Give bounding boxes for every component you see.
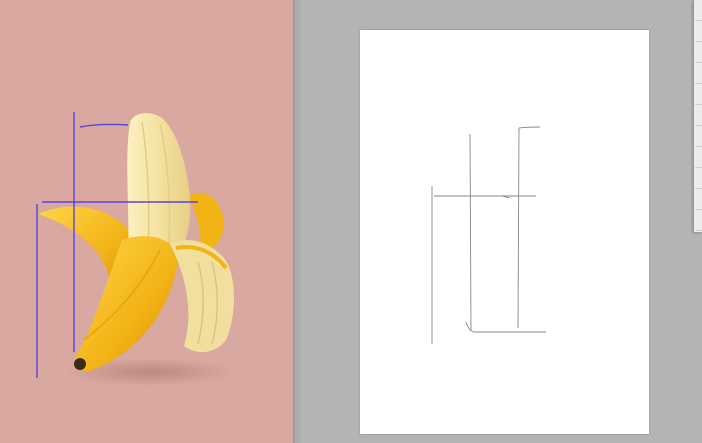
side-panel bbox=[693, 0, 702, 232]
sketch-lines bbox=[431, 126, 546, 344]
panel-item[interactable] bbox=[695, 63, 702, 84]
sketch-top-tick bbox=[518, 126, 541, 129]
panel-item[interactable] bbox=[695, 189, 702, 210]
panel-item[interactable] bbox=[695, 147, 702, 168]
banana-peel-right bbox=[170, 240, 234, 353]
reference-photo bbox=[36, 112, 235, 386]
drawing-canvas[interactable] bbox=[360, 30, 649, 434]
panel-item[interactable] bbox=[695, 105, 702, 126]
guide-top-arc bbox=[79, 123, 129, 128]
document-divider[interactable] bbox=[293, 0, 302, 443]
reference-photo-document bbox=[0, 0, 293, 443]
sketch-vertical-right bbox=[517, 127, 520, 329]
banana-tip bbox=[74, 358, 86, 370]
panel-item[interactable] bbox=[695, 84, 702, 105]
banana-body bbox=[74, 236, 179, 372]
panel-item[interactable] bbox=[695, 0, 702, 21]
panel-item[interactable] bbox=[695, 168, 702, 189]
panel-item[interactable] bbox=[695, 126, 702, 147]
panel-item[interactable] bbox=[695, 210, 702, 231]
panel-item[interactable] bbox=[695, 42, 702, 63]
sketch-vertical-center bbox=[469, 133, 472, 331]
banana bbox=[38, 113, 235, 386]
sketch-bottom-line bbox=[465, 321, 546, 333]
panel-item[interactable] bbox=[695, 21, 702, 42]
